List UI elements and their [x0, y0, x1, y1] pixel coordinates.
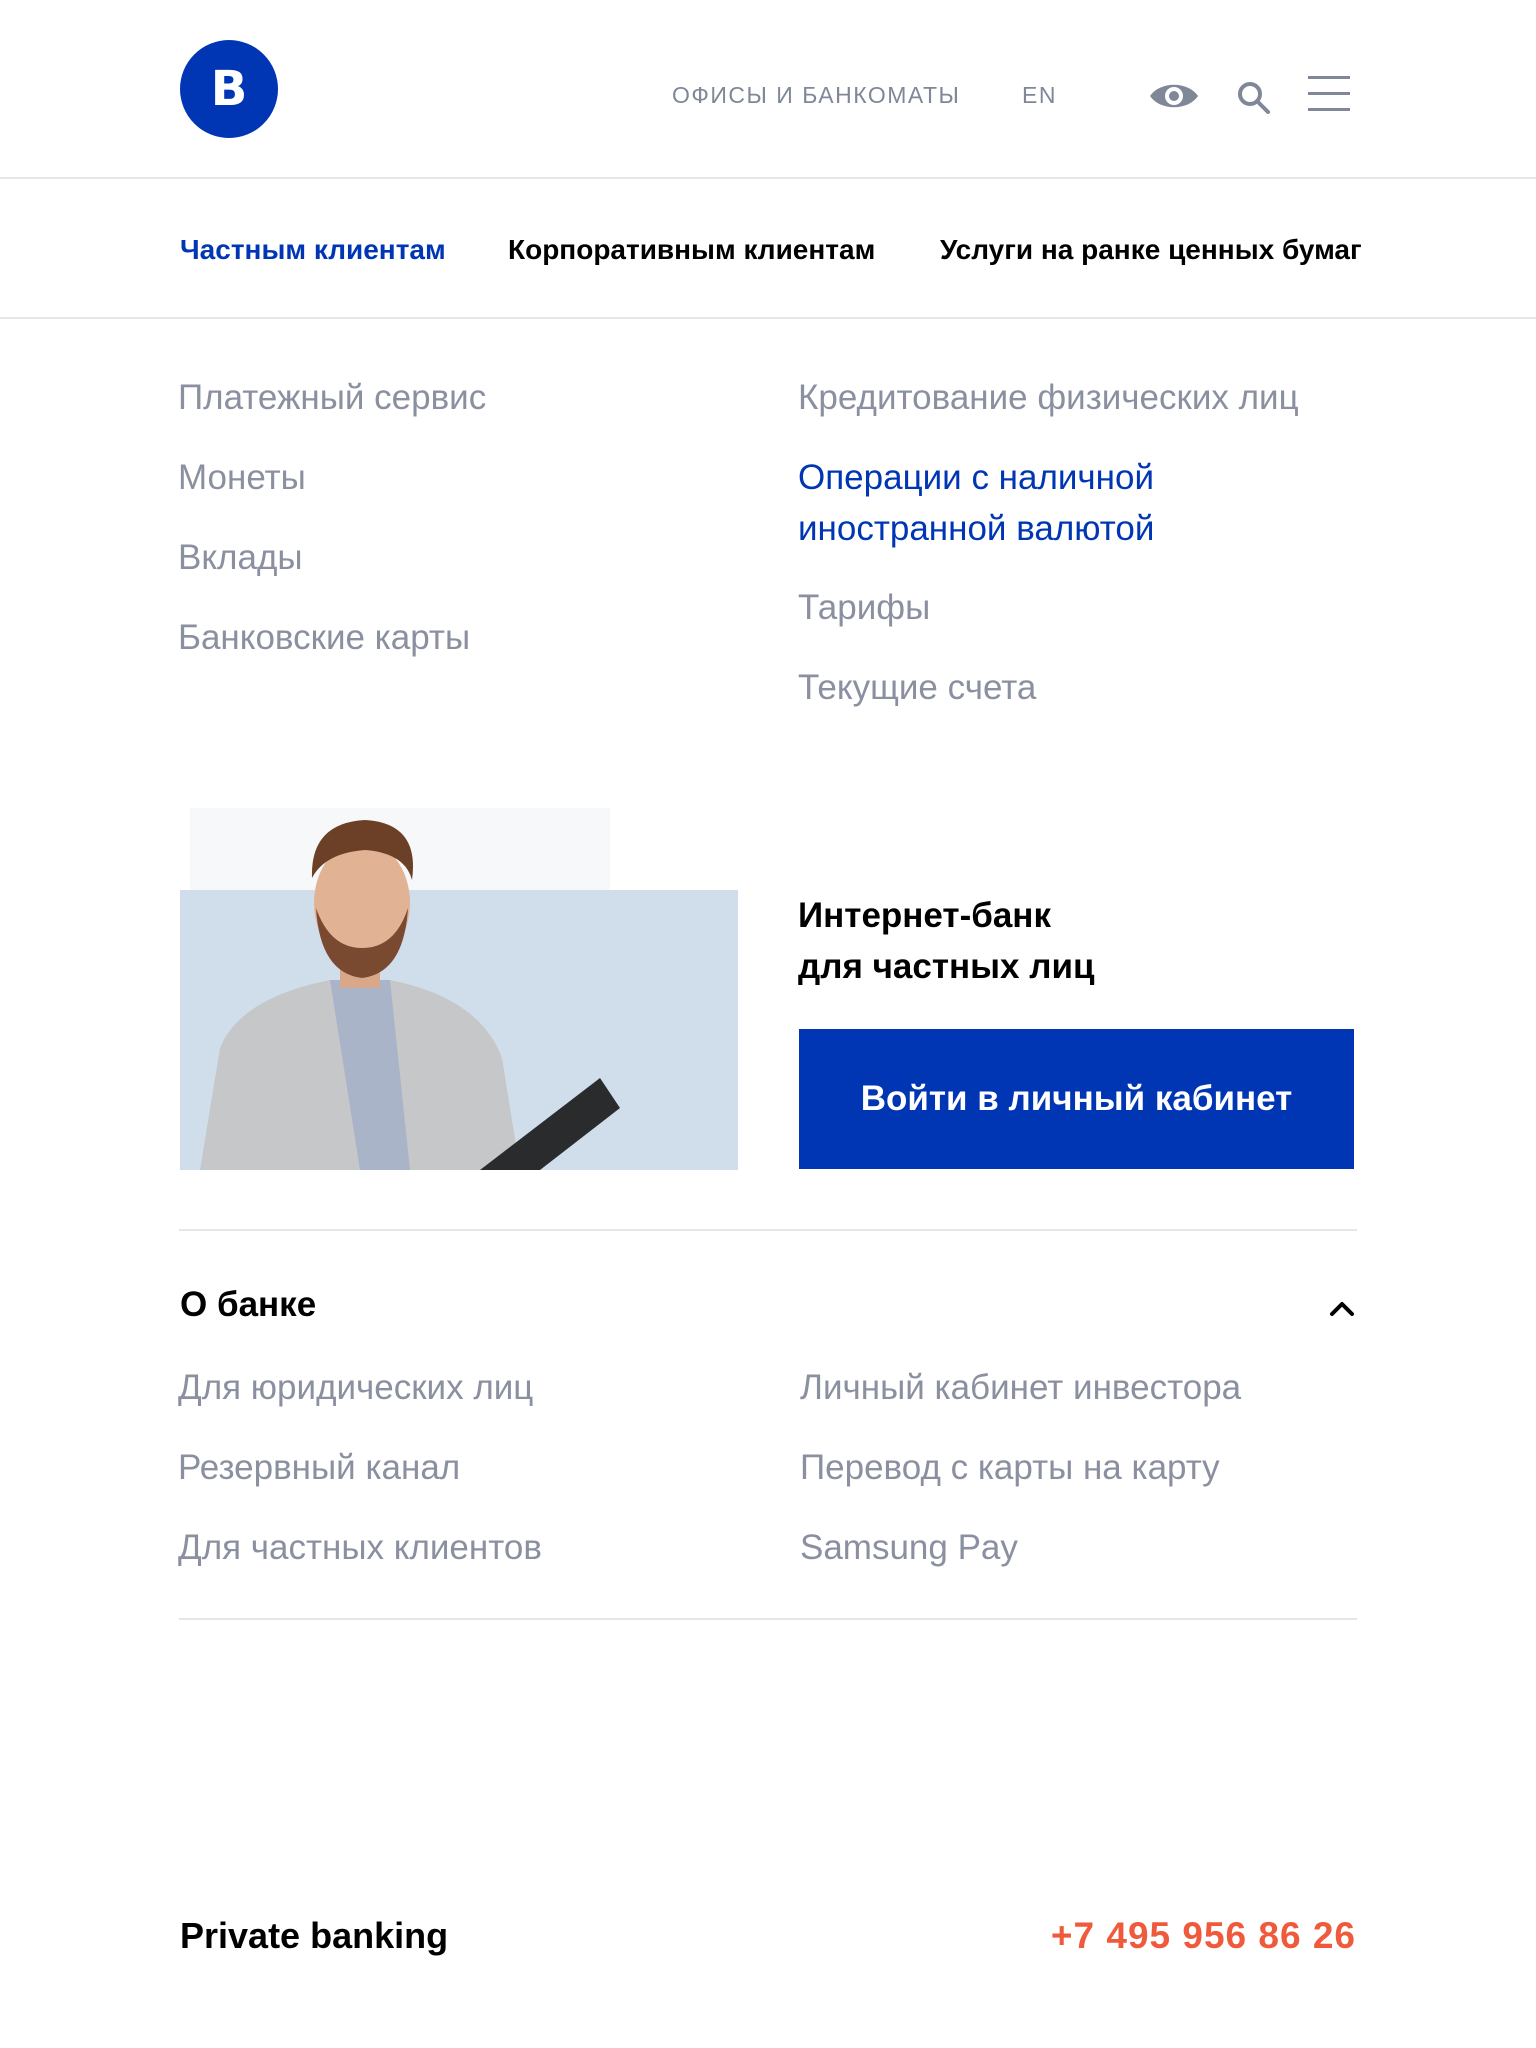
menu-item-deposits[interactable]: Вклады — [178, 532, 303, 583]
menu-item-foreign-currency[interactable]: Операции с наличной иностранной валютой — [798, 452, 1218, 554]
menu-item-personal-loans[interactable]: Кредитование физических лиц — [798, 372, 1299, 423]
language-switch-link[interactable]: EN — [1022, 82, 1057, 109]
private-banking-label[interactable]: Private banking — [180, 1915, 448, 1957]
promo-title: Интернет-банк для частных лиц — [798, 890, 1094, 992]
offices-atms-link[interactable]: ОФИСЫ И БАНКОМАТЫ — [672, 82, 960, 109]
menu-item-bank-cards[interactable]: Банковские карты — [178, 612, 470, 663]
about-item-samsung-pay[interactable]: Samsung Pay — [800, 1522, 1018, 1573]
menu-item-coins[interactable]: Монеты — [178, 452, 306, 503]
about-section-title[interactable]: О банке — [180, 1285, 316, 1325]
promo-title-line2: для частных лиц — [798, 947, 1095, 986]
menu-item-current-accounts[interactable]: Текущие счета — [798, 662, 1036, 713]
about-item-investor-account[interactable]: Личный кабинет инвестора — [800, 1362, 1241, 1413]
eye-icon[interactable] — [1148, 78, 1200, 114]
tabs-divider — [0, 317, 1536, 319]
bank-logo[interactable]: В — [180, 40, 278, 138]
login-button[interactable]: Войти в личный кабинет — [799, 1029, 1354, 1169]
about-item-reserve-channel[interactable]: Резервный канал — [178, 1442, 460, 1493]
about-item-legal-entities[interactable]: Для юридических лиц — [178, 1362, 533, 1413]
promo-title-line1: Интернет-банк — [798, 896, 1051, 935]
search-icon[interactable] — [1236, 80, 1272, 116]
phone-link[interactable]: +7 495 956 86 26 — [1051, 1915, 1356, 1957]
tab-securities-services[interactable]: Услуги на ранке ценных бумаг — [940, 234, 1362, 266]
tab-corporate-clients[interactable]: Корпоративным клиентам — [508, 234, 875, 266]
promo-photo — [180, 808, 738, 1170]
menu-icon[interactable] — [1308, 74, 1350, 114]
menu-item-payment-service[interactable]: Платежный сервис — [178, 372, 486, 423]
chevron-up-icon[interactable] — [1328, 1298, 1356, 1318]
about-item-private-clients[interactable]: Для частных клиентов — [178, 1522, 542, 1573]
about-divider — [179, 1618, 1357, 1620]
menu-item-tariffs[interactable]: Тарифы — [798, 582, 930, 633]
about-item-card-to-card[interactable]: Перевод с карты на карту — [800, 1442, 1220, 1493]
promo-divider — [179, 1229, 1357, 1231]
header-divider — [0, 177, 1536, 179]
tab-private-clients[interactable]: Частным клиентам — [180, 234, 446, 266]
